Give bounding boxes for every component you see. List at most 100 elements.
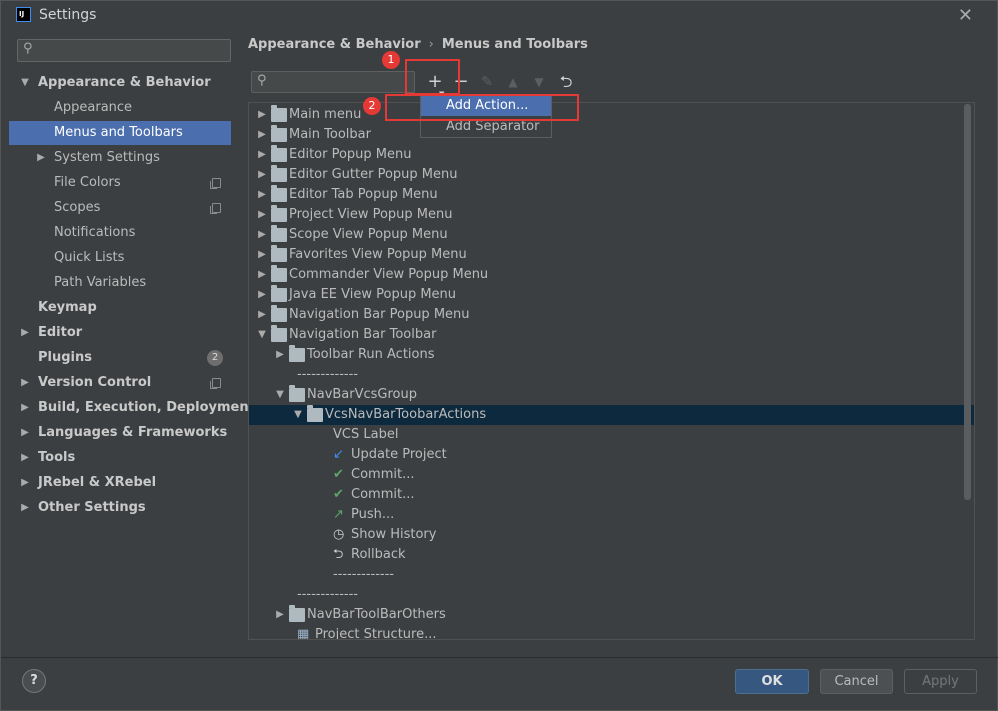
tree-collapsed-arrow-icon[interactable]: ▶ xyxy=(257,265,267,285)
breadcrumb-parent[interactable]: Appearance & Behavior xyxy=(248,37,421,52)
collapse-arrow-icon[interactable]: ▶ xyxy=(20,371,30,395)
tree-row[interactable]: ------------- xyxy=(249,365,974,385)
tree-scrollbar[interactable] xyxy=(964,104,971,500)
sidebar-item[interactable]: ▶ Other Settings xyxy=(9,496,231,520)
help-button[interactable]: ? xyxy=(22,669,46,693)
expand-arrow-icon[interactable]: ▼ xyxy=(20,71,30,95)
edit-icon[interactable]: ✎ xyxy=(477,71,497,93)
tree-expanded-arrow-icon[interactable]: ▼ xyxy=(257,325,267,345)
cancel-button[interactable]: Cancel xyxy=(820,669,893,694)
sidebar-item[interactable]: ▶ JRebel & XRebel xyxy=(9,471,231,495)
sidebar-item[interactable]: ▶ Tools xyxy=(9,446,231,470)
sidebar-item[interactable]: Notifications xyxy=(9,221,231,245)
collapse-arrow-icon[interactable]: ▶ xyxy=(20,396,30,420)
move-up-icon[interactable]: ▲ xyxy=(503,71,523,93)
settings-search-input[interactable] xyxy=(40,42,225,59)
commit-check-icon: ✔ xyxy=(333,467,344,482)
tree-collapsed-arrow-icon[interactable]: ▶ xyxy=(257,245,267,265)
close-icon[interactable]: ✕ xyxy=(958,5,973,26)
sidebar-item[interactable]: ▶ Languages & Frameworks xyxy=(9,421,231,445)
project-scope-icon xyxy=(210,178,221,189)
sidebar-item[interactable]: File Colors xyxy=(9,171,231,195)
collapse-arrow-icon[interactable]: ▶ xyxy=(20,496,30,520)
tree-row[interactable]: ▶ Project View Popup Menu xyxy=(249,205,974,225)
sidebar-item[interactable]: Keymap xyxy=(9,296,231,320)
tree-row[interactable]: ▶ Main menu xyxy=(249,105,974,125)
tree-collapsed-arrow-icon[interactable]: ▶ xyxy=(275,345,285,365)
tree-row[interactable]: ▶ Favorites View Popup Menu xyxy=(249,245,974,265)
tree-collapsed-arrow-icon[interactable]: ▶ xyxy=(257,285,267,305)
sidebar-item[interactable]: Path Variables xyxy=(9,271,231,295)
collapse-arrow-icon[interactable]: ▶ xyxy=(20,421,30,445)
settings-search[interactable]: ⚲ xyxy=(17,39,231,62)
collapse-arrow-icon[interactable]: ▶ xyxy=(20,446,30,470)
tree-collapsed-arrow-icon[interactable]: ▶ xyxy=(257,125,267,145)
tree-expanded-arrow-icon[interactable]: ▼ xyxy=(275,385,285,405)
sidebar-item[interactable]: Quick Lists xyxy=(9,246,231,270)
sidebar-item[interactable]: Menus and Toolbars xyxy=(9,121,231,145)
breadcrumb: Appearance & Behavior › Menus and Toolbars xyxy=(248,37,588,52)
tree-row[interactable]: ▶ Scope View Popup Menu xyxy=(249,225,974,245)
tree-row[interactable]: ▦ Project Structure... xyxy=(249,625,974,640)
collapse-arrow-icon[interactable]: ▶ xyxy=(36,146,46,170)
history-clock-icon: ◷ xyxy=(333,527,345,542)
tree-row[interactable]: ◷ Show History xyxy=(249,525,974,545)
sidebar-item[interactable]: Appearance xyxy=(9,96,231,120)
sidebar-item[interactable]: Plugins 2 xyxy=(9,346,231,370)
title-bar: IJ Settings ✕ xyxy=(1,1,997,31)
tree-row[interactable]: ↙ Update Project xyxy=(249,445,974,465)
tree-row[interactable]: ✔ Commit... xyxy=(249,485,974,505)
collapse-arrow-icon[interactable]: ▶ xyxy=(20,471,30,495)
sidebar-item[interactable]: ▶ Editor xyxy=(9,321,231,345)
app-icon-text: IJ xyxy=(19,10,25,18)
tree-row[interactable]: ▼ VcsNavBarToobarActions xyxy=(249,405,974,425)
apply-button[interactable]: Apply xyxy=(904,669,977,694)
sidebar-item[interactable]: ▼ Appearance & Behavior xyxy=(9,71,231,95)
sidebar-item[interactable]: ▶ Build, Execution, Deployment xyxy=(9,396,255,420)
restore-icon[interactable]: ⮌ xyxy=(556,71,576,93)
tree-row[interactable]: ✔ Commit... xyxy=(249,465,974,485)
tree-row[interactable]: ▼ Navigation Bar Toolbar xyxy=(249,325,974,345)
tree-collapsed-arrow-icon[interactable]: ▶ xyxy=(257,185,267,205)
tree-row[interactable]: ▶ Main Toolbar xyxy=(249,125,974,145)
tree-row[interactable]: ▶ NavBarToolBarOthers xyxy=(249,605,974,625)
commit-check-icon: ✔ xyxy=(333,487,344,502)
tree-collapsed-arrow-icon[interactable]: ▶ xyxy=(257,105,267,125)
tree-row-label: Update Project xyxy=(351,447,447,462)
tree-row[interactable]: ▶ Toolbar Run Actions xyxy=(249,345,974,365)
tree-row[interactable]: ▶ Editor Gutter Popup Menu xyxy=(249,165,974,185)
menus-toolbars-tree[interactable]: ▶ Main menu ▶ Main Toolbar ▶ Editor Popup Men… xyxy=(248,102,975,640)
sidebar-item[interactable]: Scopes xyxy=(9,196,231,220)
tree-row[interactable]: ▶ Commander View Popup Menu xyxy=(249,265,974,285)
tree-row-label: Commander View Popup Menu xyxy=(289,267,489,282)
tree-row[interactable]: ↗ Push... xyxy=(249,505,974,525)
project-structure-icon: ▦ xyxy=(297,627,310,640)
tree-row[interactable]: ▶ Editor Popup Menu xyxy=(249,145,974,165)
tree-row[interactable]: ------------- xyxy=(249,565,974,585)
tree-expanded-arrow-icon[interactable]: ▼ xyxy=(293,405,303,425)
tree-row[interactable]: ⮌ Rollback xyxy=(249,545,974,565)
tree-collapsed-arrow-icon[interactable]: ▶ xyxy=(275,605,285,625)
tree-collapsed-arrow-icon[interactable]: ▶ xyxy=(257,165,267,185)
tree-row[interactable]: ------------- xyxy=(249,585,974,605)
tree-row[interactable]: ▶ Navigation Bar Popup Menu xyxy=(249,305,974,325)
tree-collapsed-arrow-icon[interactable]: ▶ xyxy=(257,145,267,165)
tree-search-input[interactable]: ⚲ xyxy=(251,71,415,93)
update-project-icon: ↙ xyxy=(333,447,344,462)
tree-row[interactable]: ▶ Java EE View Popup Menu xyxy=(249,285,974,305)
tree-collapsed-arrow-icon[interactable]: ▶ xyxy=(257,205,267,225)
ok-button[interactable]: OK xyxy=(735,669,809,694)
tree-row[interactable]: ▼ NavBarVcsGroup xyxy=(249,385,974,405)
folder-icon xyxy=(271,225,287,242)
collapse-arrow-icon[interactable]: ▶ xyxy=(20,321,30,345)
tree-collapsed-arrow-icon[interactable]: ▶ xyxy=(257,305,267,325)
sidebar-item[interactable]: ▶ System Settings xyxy=(9,146,231,170)
move-down-icon[interactable]: ▼ xyxy=(529,71,549,93)
tree-row[interactable]: VCS Label xyxy=(249,425,974,445)
tree-row-label: Project Structure... xyxy=(315,627,437,640)
sidebar-item[interactable]: ▶ Version Control xyxy=(9,371,231,395)
tree-row-label: Navigation Bar Popup Menu xyxy=(289,307,470,322)
tree-collapsed-arrow-icon[interactable]: ▶ xyxy=(257,225,267,245)
tree-row[interactable]: ▶ Editor Tab Popup Menu xyxy=(249,185,974,205)
folder-icon xyxy=(271,145,287,162)
